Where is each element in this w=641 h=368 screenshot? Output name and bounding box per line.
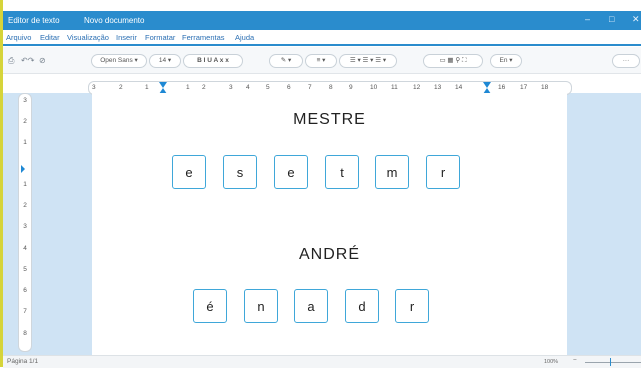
left-canvas-bg [3, 93, 92, 355]
text-format-group[interactable]: B I U A x x [183, 54, 243, 68]
menu-editar[interactable]: Editar [40, 33, 60, 42]
ruler-tick: 1 [23, 139, 27, 146]
menu-bar: Arquivo Editar Visualização Inserir Form… [3, 30, 641, 44]
letter-tile[interactable]: t [325, 155, 359, 189]
menu-formatar[interactable]: Formatar [145, 33, 175, 42]
maximize-button[interactable]: □ [609, 14, 614, 24]
ruler-tick: 2 [23, 202, 27, 209]
letter-tile[interactable]: r [395, 289, 429, 323]
ruler-tick: 3 [23, 97, 27, 104]
letter-tile[interactable]: n [244, 289, 278, 323]
app-title: Editor de texto [8, 16, 60, 25]
size-select-value: 14 [158, 57, 167, 64]
align-button[interactable]: ≡ ▾ [305, 54, 337, 68]
right-canvas-bg [567, 93, 641, 355]
menu-visualizacao[interactable]: Visualização [67, 33, 109, 42]
menu-inserir[interactable]: Inserir [116, 33, 137, 42]
exercise-word-1: MESTRE [293, 111, 366, 128]
language-select[interactable]: En ▾ [490, 54, 522, 68]
font-select-value: Open Sans [100, 57, 133, 64]
insert-icons: ▭ ▦ ⚲ ⛶ [439, 57, 467, 64]
menu-divider [3, 44, 641, 46]
top-margin-marker[interactable] [21, 165, 25, 173]
ruler-tick: 4 [23, 245, 27, 252]
ruler-tick: 5 [23, 266, 27, 273]
ruler-tick: 8 [23, 330, 27, 337]
ruler-tick: 7 [23, 308, 27, 315]
title-bar: Editor de texto Novo documento – □ ✕ [3, 11, 641, 30]
ruler-tick: 2 [23, 118, 27, 125]
close-button[interactable]: ✕ [632, 14, 640, 25]
vertical-ruler[interactable]: 3 2 1 1 2 3 4 5 6 7 8 [18, 93, 32, 352]
more-button[interactable]: ··· [612, 54, 640, 68]
toolbar: ⎙ ↶↷ ⊘ Open Sans ▾ 14 ▾ B I U A x x ✎ ▾ … [3, 47, 641, 74]
undo-redo-icon[interactable]: ↶↷ [21, 56, 34, 65]
menu-ferramentas[interactable]: Ferramentas [182, 33, 225, 42]
ruler-tick: 3 [23, 223, 27, 230]
ruler-tick: 6 [23, 287, 27, 294]
more-icon: ··· [622, 57, 630, 64]
letter-tile[interactable]: e [274, 155, 308, 189]
pen-icon: ✎ [280, 57, 287, 64]
letter-tile[interactable]: d [345, 289, 379, 323]
text-format-buttons: B I U A x x [197, 57, 229, 64]
status-bar: Página 1/1 100% − [3, 355, 641, 368]
print-icon[interactable]: ⎙ [8, 56, 14, 66]
page-indicator: Página 1/1 [7, 358, 39, 365]
ruler-tick: 1 [23, 181, 27, 188]
zoom-slider[interactable] [585, 362, 641, 363]
language-value: En [499, 57, 508, 64]
letter-tile[interactable]: m [375, 155, 409, 189]
exercise-word-2: ANDRÉ [298, 246, 360, 263]
zoom-level: 100% [544, 359, 559, 365]
document-title: Novo documento [84, 16, 145, 25]
list-icon: ☰ ▾ ☰ ▾ ☰ ▾ [349, 57, 387, 64]
insert-buttons[interactable]: ▭ ▦ ⚲ ⛶ [423, 54, 483, 68]
letter-tile[interactable]: a [294, 289, 328, 323]
letter-tile[interactable]: r [426, 155, 460, 189]
menu-ajuda[interactable]: Ajuda [235, 33, 254, 42]
clear-format-icon[interactable]: ⊘ [39, 56, 46, 65]
zoom-out-button[interactable]: − [573, 357, 577, 364]
pen-color-button[interactable]: ✎ ▾ [269, 54, 303, 68]
letter-tile[interactable]: s [223, 155, 257, 189]
font-select[interactable]: Open Sans ▾ [91, 54, 147, 68]
letter-tile[interactable]: é [193, 289, 227, 323]
letter-tile[interactable]: e [172, 155, 206, 189]
menu-arquivo[interactable]: Arquivo [6, 33, 31, 42]
document-page[interactable]: MESTRE e s e t m r ANDRÉ é n a d r [92, 93, 567, 355]
align-icon: ≡ [316, 57, 321, 64]
list-buttons[interactable]: ☰ ▾ ☰ ▾ ☰ ▾ [339, 54, 397, 68]
minimize-button[interactable]: – [585, 14, 590, 24]
zoom-slider-thumb[interactable] [610, 358, 611, 366]
size-select[interactable]: 14 ▾ [149, 54, 181, 68]
